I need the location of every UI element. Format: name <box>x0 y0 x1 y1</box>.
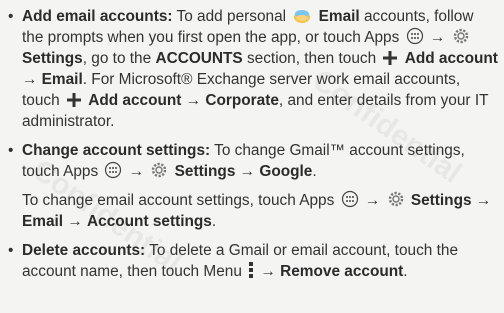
email-label: Email <box>41 71 83 88</box>
bullet: • <box>8 8 14 25</box>
arrow: → <box>429 29 446 46</box>
email-app-icon <box>292 8 312 24</box>
paragraph-email-settings: To change email account settings, touch … <box>8 190 498 232</box>
settings-label: Settings <box>410 192 472 209</box>
arrow: → <box>364 192 381 209</box>
arrow: → <box>185 92 202 109</box>
apps-icon <box>341 190 359 208</box>
text: , go to the <box>82 50 152 67</box>
arrow: → <box>260 263 276 280</box>
text: . <box>211 213 217 230</box>
bullet: • <box>8 142 14 159</box>
add-account-label: Add account <box>404 50 498 67</box>
list-item-change-settings: • Change account settings: To change Gma… <box>8 140 498 182</box>
settings-gear-icon <box>387 190 405 208</box>
add-account-label: Add account <box>88 92 182 109</box>
item-title: Add email accounts: <box>22 8 173 25</box>
email-app-label: Email <box>318 8 360 25</box>
list-item-add-email: • Add email accounts: To add personal Em… <box>8 6 498 132</box>
google-label: Google <box>259 163 313 180</box>
account-settings-label: Account settings <box>87 213 212 230</box>
document-body: • Add email accounts: To add personal Em… <box>8 6 498 290</box>
settings-label: Settings <box>22 50 83 67</box>
arrow: → <box>239 163 256 180</box>
settings-label: Settings <box>174 163 236 180</box>
list-item-delete-accounts: • Delete accounts: To delete a Gmail or … <box>8 240 498 282</box>
item-title: Change account settings: <box>22 142 211 159</box>
plus-icon <box>66 92 82 108</box>
settings-gear-icon <box>150 161 168 179</box>
arrow: → <box>128 163 145 180</box>
text: To add personal <box>176 8 287 25</box>
accounts-label: ACCOUNTS <box>155 50 243 67</box>
remove-account-label: Remove account <box>280 263 404 280</box>
arrow: → <box>475 192 492 209</box>
arrow: → <box>22 71 38 88</box>
settings-gear-icon <box>452 27 470 45</box>
bullet: • <box>8 242 14 259</box>
apps-icon <box>406 27 424 45</box>
text: To change email account settings, touch … <box>22 192 335 209</box>
text: section, then touch <box>246 50 377 67</box>
plus-icon <box>382 50 398 66</box>
text: . <box>312 163 317 180</box>
item-title: Delete accounts: <box>22 242 146 259</box>
text: . <box>403 263 408 280</box>
menu-dots-icon <box>248 261 254 279</box>
email-label: Email <box>22 213 64 230</box>
corporate-label: Corporate <box>205 92 279 109</box>
arrow: → <box>67 213 83 230</box>
apps-icon <box>104 161 122 179</box>
